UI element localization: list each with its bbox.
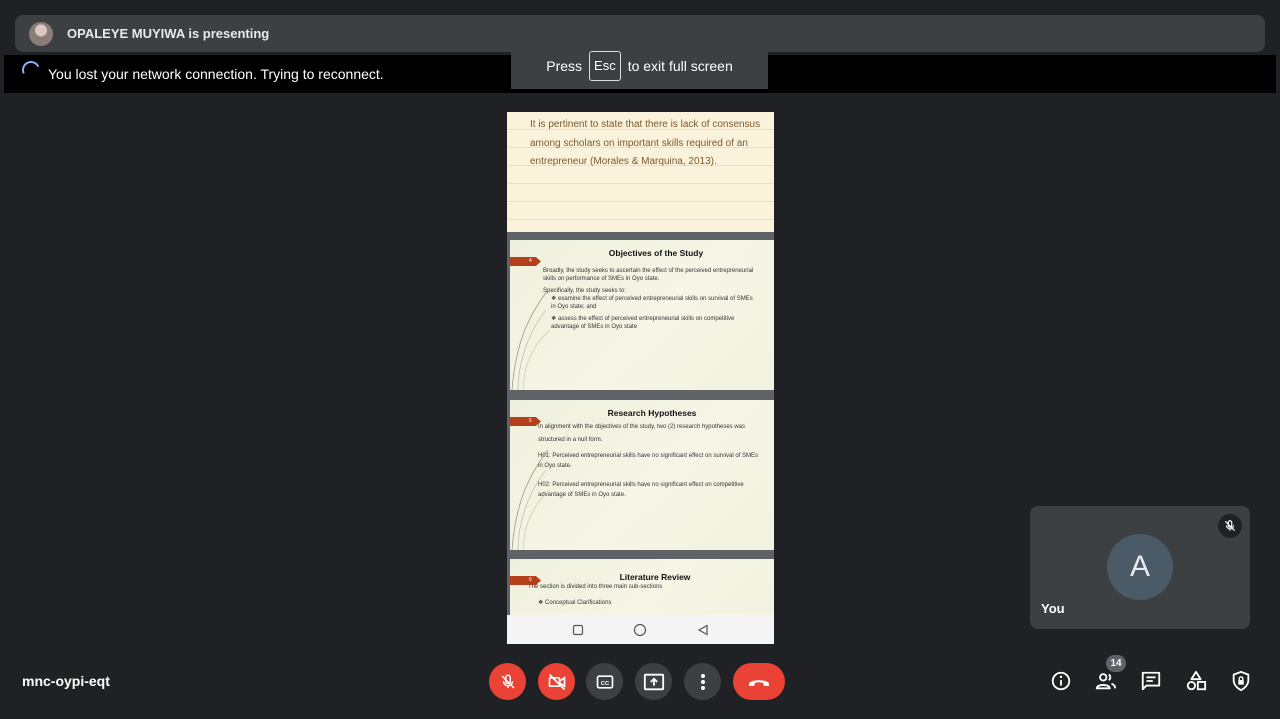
recent-apps-icon bbox=[572, 624, 583, 635]
mic-toggle-button[interactable] bbox=[489, 663, 526, 700]
closed-caption-icon: CC bbox=[596, 674, 613, 689]
self-name: You bbox=[1041, 601, 1065, 616]
shared-screen: It is pertinent to state that there is l… bbox=[507, 112, 774, 644]
slide-objectives: 4 Objectives of the Study Broadly, the s… bbox=[510, 240, 774, 390]
self-video-tile[interactable]: A You bbox=[1030, 506, 1250, 629]
slide-1-text: It is pertinent to state that there is l… bbox=[530, 119, 761, 167]
meeting-code: mnc-oypi-eqt bbox=[22, 673, 110, 689]
presenter-avatar bbox=[29, 21, 53, 46]
presenter-label: OPALEYE MUYIWA is presenting bbox=[67, 26, 270, 41]
slide-hypotheses: 5 Research Hypotheses In alignment with … bbox=[510, 400, 774, 550]
activities-icon bbox=[1186, 670, 1207, 691]
activities-button[interactable] bbox=[1184, 669, 1208, 693]
mic-off-icon bbox=[1218, 514, 1242, 538]
slide-number-tab: 6 bbox=[510, 576, 541, 585]
android-nav-bar bbox=[507, 615, 774, 644]
participants-button[interactable] bbox=[1094, 669, 1118, 693]
present-button[interactable] bbox=[635, 663, 672, 700]
call-end-icon bbox=[749, 679, 769, 686]
slide-title: Literature Review bbox=[619, 572, 691, 582]
meeting-details-button[interactable] bbox=[1049, 669, 1073, 693]
host-controls-icon bbox=[1232, 670, 1250, 692]
swirl-decoration-icon bbox=[511, 289, 550, 390]
svg-text:CC: CC bbox=[600, 680, 609, 686]
home-icon bbox=[634, 623, 647, 636]
info-icon bbox=[1051, 671, 1071, 691]
hint-suffix: to exit full screen bbox=[627, 57, 733, 74]
captions-button[interactable]: CC bbox=[586, 663, 623, 700]
slide-1: It is pertinent to state that there is l… bbox=[507, 112, 774, 232]
avatar: A bbox=[1107, 534, 1173, 600]
mic-off-icon bbox=[500, 673, 515, 689]
back-icon bbox=[697, 623, 708, 636]
slide-number-tab: 5 bbox=[510, 417, 541, 426]
leave-call-button[interactable] bbox=[733, 663, 785, 700]
slide-title: Objectives of the Study bbox=[608, 248, 704, 258]
chat-icon bbox=[1141, 671, 1161, 691]
slide-body: The section is divided into three main s… bbox=[528, 584, 663, 606]
chat-button[interactable] bbox=[1139, 669, 1163, 693]
hint-press: Press bbox=[546, 57, 583, 74]
reconnect-message: You lost your network connection. Trying… bbox=[48, 66, 384, 82]
fullscreen-hint: Press Esc to exit full screen bbox=[511, 42, 768, 89]
slide-number-tab: 4 bbox=[510, 257, 541, 266]
videocam-off-icon bbox=[548, 673, 565, 690]
host-controls-button[interactable] bbox=[1229, 669, 1253, 693]
more-vert-icon bbox=[700, 673, 705, 690]
more-options-button[interactable] bbox=[684, 663, 721, 700]
loading-spinner-icon bbox=[19, 58, 43, 82]
swirl-decoration-icon bbox=[511, 449, 550, 550]
slide-literature: 6 Literature Review The section is divid… bbox=[510, 559, 774, 615]
camera-toggle-button[interactable] bbox=[538, 663, 575, 700]
present-screen-icon bbox=[643, 673, 664, 690]
esc-key: Esc bbox=[589, 50, 621, 81]
slide-title: Research Hypotheses bbox=[607, 408, 697, 418]
people-icon bbox=[1095, 673, 1117, 690]
